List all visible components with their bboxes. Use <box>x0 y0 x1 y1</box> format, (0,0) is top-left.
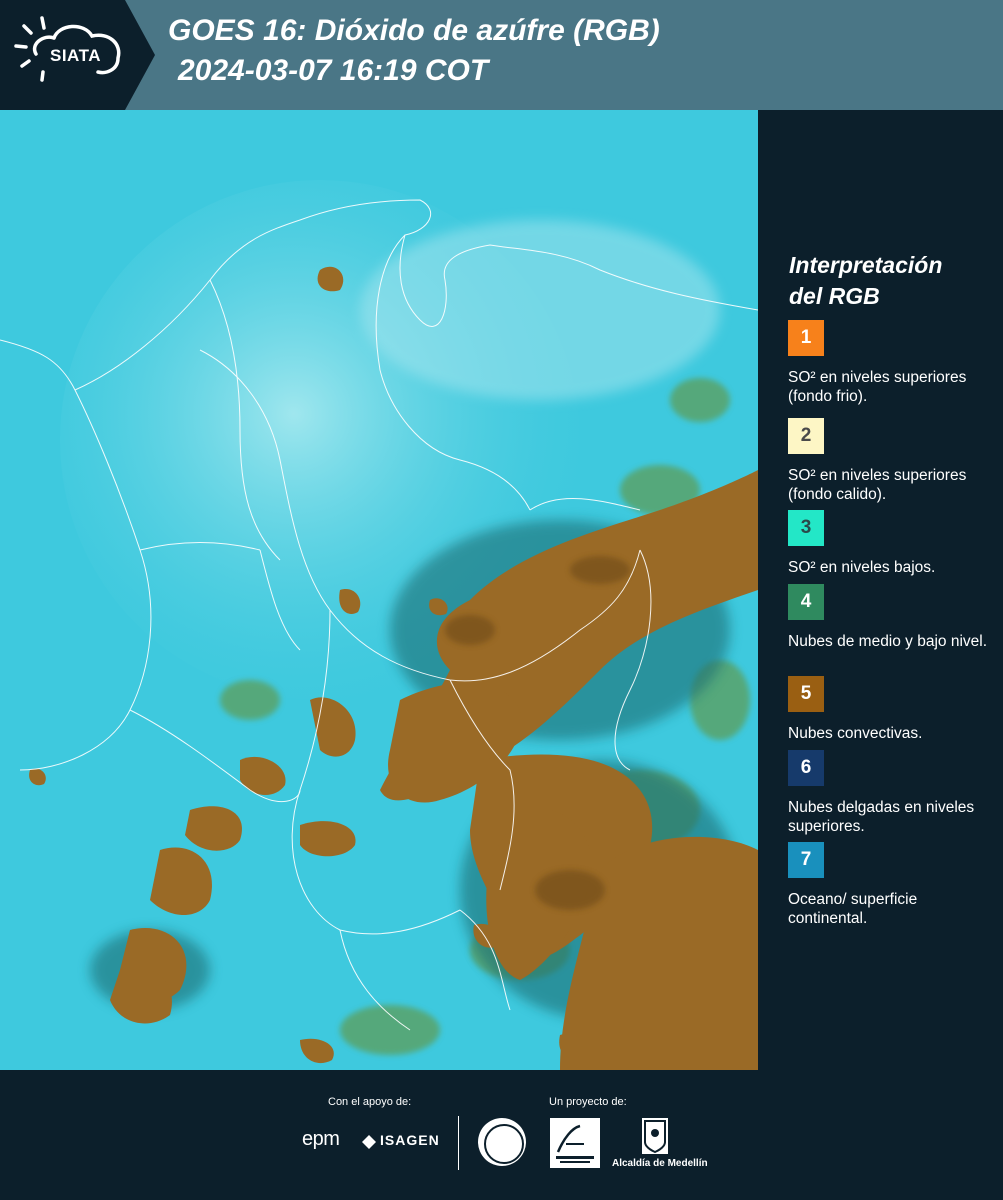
legend-item: 1 SO² en niveles superiores (fondo frio)… <box>788 320 998 406</box>
legend-item: 2 SO² en niveles superiores (fondo calid… <box>788 418 998 504</box>
legend-title: Interpretación del RGB <box>789 250 989 312</box>
legend-item: 4 Nubes de medio y bajo nivel. <box>788 584 998 651</box>
legend-label: SO² en niveles superiores (fondo frio). <box>788 369 967 405</box>
legend-label: Nubes de medio y bajo nivel. <box>788 633 988 650</box>
footer-divider <box>458 1116 459 1170</box>
project-label: Un proyecto de: <box>549 1096 627 1108</box>
legend-swatch: 7 <box>788 842 824 878</box>
legend-swatch: 5 <box>788 676 824 712</box>
legend-item: 6 Nubes delgadas en niveles superiores. <box>788 750 998 836</box>
area-metropolitana-icon <box>556 1124 594 1163</box>
legend-title-line2: del RGB <box>789 283 880 309</box>
legend-swatch: 4 <box>788 584 824 620</box>
legend-item: 3 SO² en niveles bajos. <box>788 510 998 577</box>
legend-item: 5 Nubes convectivas. <box>788 676 998 743</box>
isagen-logo: ISAGEN <box>380 1132 440 1148</box>
area-metropolitana-logo <box>550 1118 600 1168</box>
legend-swatch: 6 <box>788 750 824 786</box>
alcaldia-label: Alcaldía de Medellín <box>612 1158 708 1169</box>
support-label: Con el apoyo de: <box>328 1096 412 1108</box>
isagen-logo-icon <box>362 1135 376 1149</box>
legend-item: 7 Oceano/ superficie continental. <box>788 842 998 928</box>
legend-title-line1: Interpretación <box>789 252 943 278</box>
header-bar: SIATA GOES 16: Dióxido de azúfre (RGB) 2… <box>0 0 1003 110</box>
alcaldia-shield-logo <box>642 1118 668 1154</box>
page-title: GOES 16: Dióxido de azúfre (RGB) <box>168 14 660 47</box>
medellin-seal-ring <box>484 1124 524 1164</box>
legend-label: Oceano/ superficie continental. <box>788 891 918 927</box>
legend-label: Nubes convectivas. <box>788 725 923 742</box>
page-subtitle-timestamp: 2024-03-07 16:19 COT <box>178 54 489 87</box>
satellite-image <box>0 110 758 1070</box>
legend-swatch: 1 <box>788 320 824 356</box>
satellite-map <box>0 110 758 1070</box>
footer-bar: Con el apoyo de: Un proyecto de: epm ISA… <box>0 1070 1003 1200</box>
siata-logo: SIATA <box>0 0 155 110</box>
legend-swatch: 2 <box>788 418 824 454</box>
shield-icon <box>644 1120 666 1154</box>
legend-label: Nubes delgadas en niveles superiores. <box>788 799 975 835</box>
legend-label: SO² en niveles bajos. <box>788 559 936 576</box>
legend-swatch: 3 <box>788 510 824 546</box>
logo-text: SIATA <box>50 46 101 65</box>
legend-panel: Interpretación del RGB 1 SO² en niveles … <box>762 110 1003 1070</box>
epm-logo: epm <box>302 1128 340 1150</box>
legend-label: SO² en niveles superiores (fondo calido)… <box>788 467 967 503</box>
